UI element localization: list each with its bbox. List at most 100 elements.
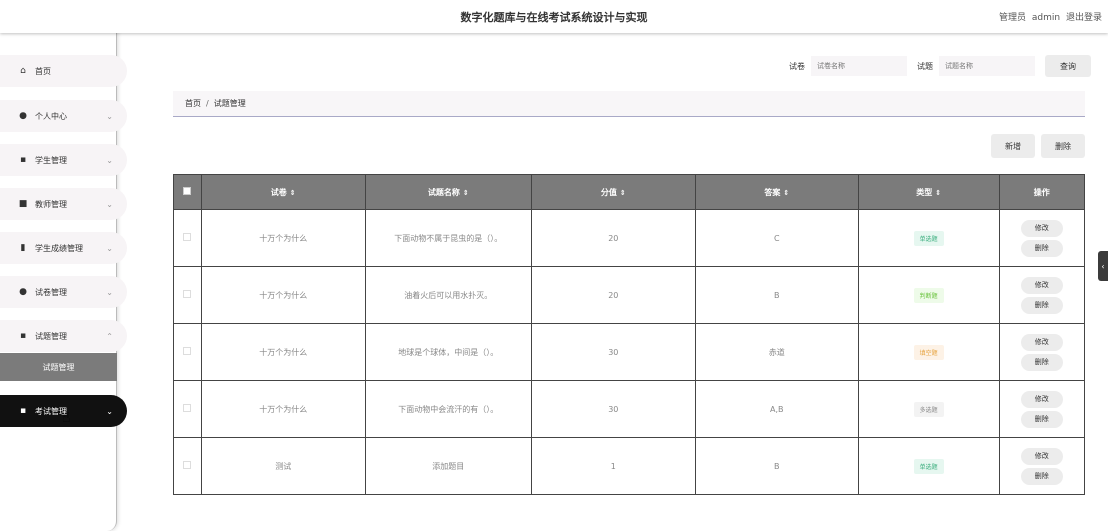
row-checkbox[interactable] bbox=[183, 404, 192, 412]
sort-icon: ⇕ bbox=[783, 188, 790, 197]
column-header-type[interactable]: 类型 ⇕ bbox=[857, 174, 1000, 210]
sidebar-item-home[interactable]: ⌂ 首页 bbox=[0, 55, 127, 87]
table-row: 测试 添加题目 1 B 单选题 修改 删除 bbox=[173, 437, 1085, 495]
edit-button[interactable]: 修改 bbox=[1020, 447, 1063, 465]
chevron-down-icon: ⌄ bbox=[106, 243, 113, 253]
row-checkbox[interactable] bbox=[183, 347, 192, 355]
table-row: 十万个为什么 油着火后可以用水扑灭。 20 B 判断题 修改 删除 bbox=[173, 266, 1085, 324]
add-button[interactable]: 新增 bbox=[991, 134, 1035, 158]
sidebar-item-papers[interactable]: ● 试卷管理 ⌄ bbox=[0, 276, 127, 308]
type-badge: 填空题 bbox=[913, 344, 944, 360]
home-icon: ⌂ bbox=[20, 66, 26, 76]
cell-paper: 十万个为什么 bbox=[200, 380, 366, 438]
sidebar-item-grades[interactable]: ▮ 学生成绩管理 ⌄ bbox=[0, 232, 127, 264]
sidebar-item-label: 教师管理 bbox=[35, 199, 67, 209]
chevron-down-icon: ⌄ bbox=[106, 155, 113, 165]
sidebar: ⌂ 首页 ● 个人中心 ⌄ ▪ 学生管理 ⌄ ■ 教师管理 ⌄ ▮ 学生成绩管理… bbox=[0, 0, 127, 531]
sidebar-item-label: 试卷管理 bbox=[35, 287, 67, 297]
delete-button[interactable]: 删除 bbox=[1020, 296, 1063, 314]
breadcrumb-home[interactable]: 首页 bbox=[185, 99, 201, 108]
header-checkbox-cell bbox=[173, 174, 202, 210]
app-title: 数字化题库与在线考试系统设计与实现 bbox=[460, 11, 648, 24]
row-checkbox[interactable] bbox=[183, 290, 192, 298]
sidebar-item-label: 学生管理 bbox=[35, 155, 67, 165]
cell-score: 30 bbox=[530, 380, 696, 438]
column-header-paper[interactable]: 试卷 ⇕ bbox=[200, 174, 366, 210]
column-header-question[interactable]: 试题名称 ⇕ bbox=[364, 174, 532, 210]
sidebar-item-questions[interactable]: ▪ 试题管理 ⌃ bbox=[0, 320, 127, 352]
column-header-score[interactable]: 分值 ⇕ bbox=[530, 174, 696, 210]
chevron-down-icon: ⌄ bbox=[106, 287, 113, 297]
chevron-down-icon: ⌄ bbox=[106, 199, 113, 209]
batch-delete-button[interactable]: 删除 bbox=[1041, 134, 1085, 158]
cell-paper: 十万个为什么 bbox=[200, 323, 366, 381]
breadcrumb-current: 试题管理 bbox=[213, 99, 246, 108]
delete-button[interactable]: 删除 bbox=[1020, 353, 1063, 371]
cell-answer: B bbox=[694, 266, 859, 324]
sidebar-item-teachers[interactable]: ■ 教师管理 ⌄ bbox=[0, 188, 127, 220]
user-info: 管理员 admin 退出登录 bbox=[996, 10, 1102, 23]
sidebar-item-students[interactable]: ▪ 学生管理 ⌄ bbox=[0, 144, 127, 176]
cell-score: 20 bbox=[530, 209, 696, 267]
select-all-checkbox[interactable] bbox=[183, 187, 192, 195]
sort-icon: ⇕ bbox=[935, 188, 942, 197]
logout-link[interactable]: 退出登录 bbox=[1066, 13, 1102, 23]
type-badge: 单选题 bbox=[913, 458, 944, 474]
type-badge: 多选题 bbox=[913, 401, 944, 417]
breadcrumb: 首页 / 试题管理 bbox=[173, 91, 1085, 117]
table-row: 十万个为什么 下面动物不属于昆虫的是（）。 20 C 单选题 修改 删除 bbox=[173, 209, 1085, 267]
grid-icon: ▪ bbox=[19, 155, 27, 165]
clipboard-icon: ▮ bbox=[20, 243, 26, 253]
type-badge: 单选题 bbox=[913, 230, 944, 246]
search-button[interactable]: 查询 bbox=[1045, 55, 1091, 77]
grid-icon: ▪ bbox=[19, 406, 27, 416]
paper-search-input[interactable] bbox=[811, 56, 907, 76]
chevron-down-icon: ⌄ bbox=[106, 111, 113, 121]
edit-button[interactable]: 修改 bbox=[1020, 276, 1063, 294]
user-icon: ● bbox=[19, 287, 27, 297]
edit-button[interactable]: 修改 bbox=[1020, 333, 1063, 351]
cell-paper: 十万个为什么 bbox=[200, 266, 366, 324]
sidebar-item-label: 试题管理 bbox=[35, 331, 67, 341]
grid-icon: ▪ bbox=[19, 331, 27, 341]
delete-button[interactable]: 删除 bbox=[1020, 467, 1063, 485]
cell-question: 下面动物中会流汗的有（）。 bbox=[364, 380, 532, 438]
chevron-down-icon: ⌄ bbox=[106, 406, 113, 416]
edit-button[interactable]: 修改 bbox=[1020, 390, 1063, 408]
cell-score: 1 bbox=[530, 437, 696, 495]
cell-question: 添加题目 bbox=[364, 437, 532, 495]
action-buttons: 新增 删除 bbox=[985, 134, 1085, 158]
user-icon: ● bbox=[19, 111, 27, 121]
user-role: 管理员 bbox=[999, 13, 1027, 23]
sidebar-item-label: 首页 bbox=[35, 66, 51, 76]
type-badge: 判断题 bbox=[913, 287, 944, 303]
breadcrumb-separator: / bbox=[206, 99, 209, 108]
submenu-item-question-manage[interactable]: 试题管理 bbox=[0, 353, 117, 381]
sort-icon: ⇕ bbox=[619, 188, 626, 197]
edit-button[interactable]: 修改 bbox=[1020, 219, 1063, 237]
table-header-row: 试卷 ⇕ 试题名称 ⇕ 分值 ⇕ 答案 ⇕ 类型 ⇕ 操作 bbox=[173, 174, 1085, 210]
sidebar-item-profile[interactable]: ● 个人中心 ⌄ bbox=[0, 100, 127, 132]
cell-answer: C bbox=[694, 209, 859, 267]
cell-paper: 测试 bbox=[200, 437, 366, 495]
delete-button[interactable]: 删除 bbox=[1020, 239, 1063, 257]
cell-question: 下面动物不属于昆虫的是（）。 bbox=[364, 209, 532, 267]
cell-score: 20 bbox=[530, 266, 696, 324]
column-header-answer[interactable]: 答案 ⇕ bbox=[694, 174, 859, 210]
row-checkbox[interactable] bbox=[183, 233, 192, 241]
questions-table: 试卷 ⇕ 试题名称 ⇕ 分值 ⇕ 答案 ⇕ 类型 ⇕ 操作 十万个为什么 下面动物不属于昆… bbox=[173, 174, 1085, 495]
question-search-input[interactable] bbox=[939, 56, 1035, 76]
column-header-actions: 操作 bbox=[998, 174, 1085, 210]
collapse-tab[interactable]: ‹ bbox=[1098, 251, 1108, 281]
row-checkbox[interactable] bbox=[183, 461, 192, 469]
delete-button[interactable]: 删除 bbox=[1020, 410, 1063, 428]
hand-cursor-icon: ☝ bbox=[62, 410, 71, 426]
cell-answer: A,B bbox=[694, 380, 859, 438]
sort-icon: ⇕ bbox=[462, 188, 469, 197]
cell-answer: 赤道 bbox=[694, 323, 859, 381]
id-card-icon: ■ bbox=[18, 199, 28, 209]
sort-icon: ⇕ bbox=[289, 188, 296, 197]
sidebar-item-label: 学生成绩管理 bbox=[35, 243, 83, 253]
question-search-label: 试题 bbox=[917, 61, 933, 71]
chevron-up-icon: ⌃ bbox=[106, 331, 113, 341]
